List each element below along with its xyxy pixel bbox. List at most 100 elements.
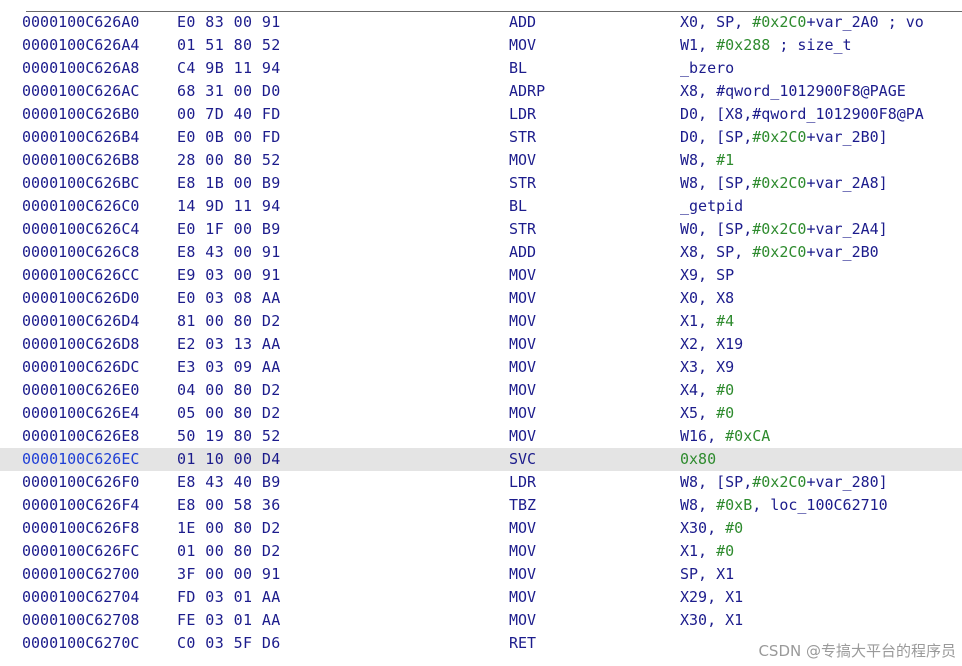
disasm-row[interactable]: 0000100C626E4 05 00 80 D2 MOV X5, #0	[0, 402, 962, 425]
mnemonic[interactable]: ADD	[509, 241, 536, 264]
operands[interactable]: D0, [X8,#qword_1012900F8@PA	[680, 103, 962, 126]
address[interactable]: 0000100C626E8	[22, 425, 139, 448]
mnemonic[interactable]: MOV	[509, 402, 536, 425]
mnemonic[interactable]: MOV	[509, 333, 536, 356]
mnemonic[interactable]: MOV	[509, 540, 536, 563]
operands[interactable]: W8, #1	[680, 149, 962, 172]
mnemonic[interactable]: MOV	[509, 609, 536, 632]
address[interactable]: 0000100C626C8	[22, 241, 139, 264]
address[interactable]: 0000100C626F8	[22, 517, 139, 540]
disasm-row[interactable]: 0000100C62708 FE 03 01 AA MOV X30, X1	[0, 609, 962, 632]
mnemonic[interactable]: MOV	[509, 425, 536, 448]
operands[interactable]: SP, X1	[680, 563, 962, 586]
operands[interactable]: W1, #0x288 ; size_t	[680, 34, 962, 57]
mnemonic[interactable]: ADD	[509, 11, 536, 34]
address[interactable]: 0000100C626CC	[22, 264, 139, 287]
mnemonic[interactable]: RET	[509, 632, 536, 655]
disasm-row[interactable]: 0000100C626E0 04 00 80 D2 MOV X4, #0	[0, 379, 962, 402]
operands[interactable]: 0x80	[680, 448, 962, 471]
operands[interactable]: _getpid	[680, 195, 962, 218]
operands[interactable]: X0, X8	[680, 287, 962, 310]
mnemonic[interactable]: ADRP	[509, 80, 545, 103]
address[interactable]: 0000100C626FC	[22, 540, 139, 563]
address[interactable]: 0000100C626DC	[22, 356, 139, 379]
disasm-row[interactable]: 0000100C626D4 81 00 80 D2 MOV X1, #4	[0, 310, 962, 333]
operands[interactable]: X3, X9	[680, 356, 962, 379]
mnemonic[interactable]: MOV	[509, 264, 536, 287]
disasm-row[interactable]: 0000100C626B8 28 00 80 52 MOV W8, #1	[0, 149, 962, 172]
operands[interactable]: _bzero	[680, 57, 962, 80]
mnemonic[interactable]: STR	[509, 172, 536, 195]
disasm-row[interactable]: 0000100C626D0 E0 03 08 AA MOV X0, X8	[0, 287, 962, 310]
operands[interactable]: X30, X1	[680, 609, 962, 632]
operands[interactable]: X0, SP, #0x2C0+var_2A0 ; vo	[680, 11, 962, 34]
address[interactable]: 0000100C626AC	[22, 80, 139, 103]
address[interactable]: 0000100C62708	[22, 609, 139, 632]
operands[interactable]: X8, #qword_1012900F8@PAGE	[680, 80, 962, 103]
address[interactable]: 0000100C626D8	[22, 333, 139, 356]
disasm-row[interactable]: 0000100C626F4 E8 00 58 36 TBZ W8, #0xB, loc…	[0, 494, 962, 517]
disasm-row[interactable]: 0000100C626D8 E2 03 13 AA MOV X2, X19	[0, 333, 962, 356]
mnemonic[interactable]: MOV	[509, 356, 536, 379]
operands[interactable]: W8, [SP,#0x2C0+var_2A8]	[680, 172, 962, 195]
address[interactable]: 0000100C626D0	[22, 287, 139, 310]
mnemonic[interactable]: MOV	[509, 310, 536, 333]
mnemonic[interactable]: MOV	[509, 517, 536, 540]
disasm-row[interactable]: 0000100C626BC E8 1B 00 B9 STR W8, [SP,#0x2C…	[0, 172, 962, 195]
address[interactable]: 0000100C626E0	[22, 379, 139, 402]
disasm-row[interactable]: 0000100C626B0 00 7D 40 FD LDR D0, [X8,#qwor…	[0, 103, 962, 126]
mnemonic[interactable]: BL	[509, 57, 527, 80]
disasm-row-selected[interactable]: 0000100C626EC 01 10 00 D4 SVC 0x80	[0, 448, 962, 471]
mnemonic[interactable]: MOV	[509, 563, 536, 586]
disasm-row[interactable]: 0000100C62700 3F 00 00 91 MOV SP, X1	[0, 563, 962, 586]
disasm-row[interactable]: 0000100C626F8 1E 00 80 D2 MOV X30, #0	[0, 517, 962, 540]
address[interactable]: 0000100C626A0	[22, 11, 139, 34]
disassembly-listing[interactable]: 0000100C626A0 E0 83 00 91 ADD X0, SP, #0x2C…	[0, 11, 962, 655]
mnemonic[interactable]: STR	[509, 126, 536, 149]
address[interactable]: 0000100C626B0	[22, 103, 139, 126]
mnemonic[interactable]: MOV	[509, 379, 536, 402]
operands[interactable]: X30, #0	[680, 517, 962, 540]
disasm-row[interactable]: 0000100C626AC 68 31 00 D0 ADRP X8, #qword_1…	[0, 80, 962, 103]
operands[interactable]: X1, #0	[680, 540, 962, 563]
mnemonic[interactable]: MOV	[509, 34, 536, 57]
mnemonic[interactable]: MOV	[509, 149, 536, 172]
disasm-row[interactable]: 0000100C62704 FD 03 01 AA MOV X29, X1	[0, 586, 962, 609]
disasm-row[interactable]: 0000100C626A4 01 51 80 52 MOV W1, #0x288 ; …	[0, 34, 962, 57]
operands[interactable]: W0, [SP,#0x2C0+var_2A4]	[680, 218, 962, 241]
address[interactable]: 0000100C626B4	[22, 126, 139, 149]
operands[interactable]: X1, #4	[680, 310, 962, 333]
disasm-row[interactable]: 0000100C626DC E3 03 09 AA MOV X3, X9	[0, 356, 962, 379]
disasm-row[interactable]: 0000100C626A0 E0 83 00 91 ADD X0, SP, #0x2C…	[0, 11, 962, 34]
address[interactable]: 0000100C626A8	[22, 57, 139, 80]
disasm-row[interactable]: 0000100C626C0 14 9D 11 94 BL _getpid	[0, 195, 962, 218]
disasm-row[interactable]: 0000100C626C4 E0 1F 00 B9 STR W0, [SP,#0x2C…	[0, 218, 962, 241]
address[interactable]: 0000100C6270C	[22, 632, 139, 655]
mnemonic[interactable]: MOV	[509, 287, 536, 310]
operands[interactable]: X2, X19	[680, 333, 962, 356]
operands[interactable]: W8, #0xB, loc_100C62710	[680, 494, 962, 517]
operands[interactable]: W8, [SP,#0x2C0+var_280]	[680, 471, 962, 494]
mnemonic[interactable]: LDR	[509, 471, 536, 494]
mnemonic[interactable]: TBZ	[509, 494, 536, 517]
mnemonic[interactable]: STR	[509, 218, 536, 241]
disasm-row[interactable]: 0000100C626B4 E0 0B 00 FD STR D0, [SP,#0x2C…	[0, 126, 962, 149]
address[interactable]: 0000100C626B8	[22, 149, 139, 172]
address[interactable]: 0000100C626F4	[22, 494, 139, 517]
disasm-row[interactable]: 0000100C626E8 50 19 80 52 MOV W16, #0xCA	[0, 425, 962, 448]
operands[interactable]: W16, #0xCA	[680, 425, 962, 448]
address[interactable]: 0000100C626F0	[22, 471, 139, 494]
disasm-row[interactable]: 0000100C626FC 01 00 80 D2 MOV X1, #0	[0, 540, 962, 563]
address[interactable]: 0000100C626C0	[22, 195, 139, 218]
mnemonic[interactable]: BL	[509, 195, 527, 218]
disasm-row[interactable]: 0000100C626C8 E8 43 00 91 ADD X8, SP, #0x2C…	[0, 241, 962, 264]
mnemonic[interactable]: MOV	[509, 586, 536, 609]
address[interactable]: 0000100C626D4	[22, 310, 139, 333]
address[interactable]: 0000100C62700	[22, 563, 139, 586]
disasm-row[interactable]: 0000100C626CC E9 03 00 91 MOV X9, SP	[0, 264, 962, 287]
operands[interactable]: X5, #0	[680, 402, 962, 425]
operands[interactable]: X4, #0	[680, 379, 962, 402]
mnemonic[interactable]: SVC	[509, 448, 536, 471]
address[interactable]: 0000100C626A4	[22, 34, 139, 57]
address[interactable]: 0000100C626E4	[22, 402, 139, 425]
